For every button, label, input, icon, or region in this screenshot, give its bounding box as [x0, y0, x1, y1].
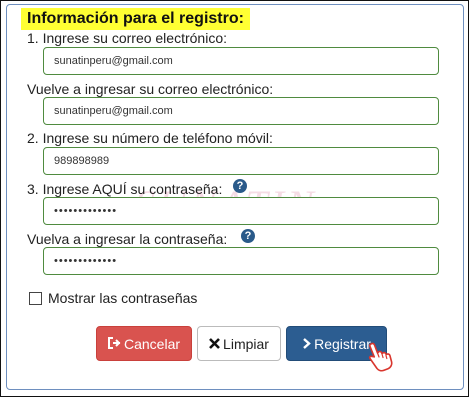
cancel-button[interactable]: Cancelar	[96, 326, 192, 361]
confirm-password-field[interactable]: •••••••••••••	[43, 247, 439, 275]
chevron-right-icon	[302, 336, 311, 352]
confirm-password-help-icon[interactable]: ?	[241, 229, 255, 243]
password-label: 3. Ingrese AQUÍ su contraseña:	[27, 181, 223, 197]
phone-field[interactable]: 989898989	[43, 147, 439, 175]
clear-button[interactable]: Limpiar	[197, 326, 281, 361]
email-field[interactable]: sunatinperu@gmail.com	[43, 47, 439, 75]
email-label: 1. Ingrese su correo electrónico:	[27, 30, 227, 46]
x-icon	[209, 336, 220, 352]
confirm-email-field[interactable]: sunatinperu@gmail.com	[43, 97, 439, 125]
confirm-password-label: Vuelva a ingresar la contraseña:	[27, 231, 228, 247]
pointer-hand-icon	[368, 342, 393, 372]
sign-out-icon	[107, 336, 121, 352]
show-passwords-checkbox[interactable]	[29, 292, 42, 305]
password-help-icon[interactable]: ?	[233, 179, 247, 193]
password-field[interactable]: •••••••••••••	[43, 197, 439, 225]
form-title: Información para el registro:	[21, 8, 250, 30]
clear-button-label: Limpiar	[223, 335, 269, 352]
screenshot-frame: Información para el registro: SUNATIN 1.…	[0, 0, 469, 397]
show-passwords-label[interactable]: Mostrar las contraseñas	[48, 290, 197, 306]
registration-panel: Información para el registro: SUNATIN 1.…	[6, 4, 464, 390]
confirm-email-label: Vuelve a ingresar su correo electrónico:	[27, 81, 274, 97]
cancel-button-label: Cancelar	[123, 335, 181, 352]
phone-label: 2. Ingrese su número de teléfono móvil:	[27, 130, 273, 146]
